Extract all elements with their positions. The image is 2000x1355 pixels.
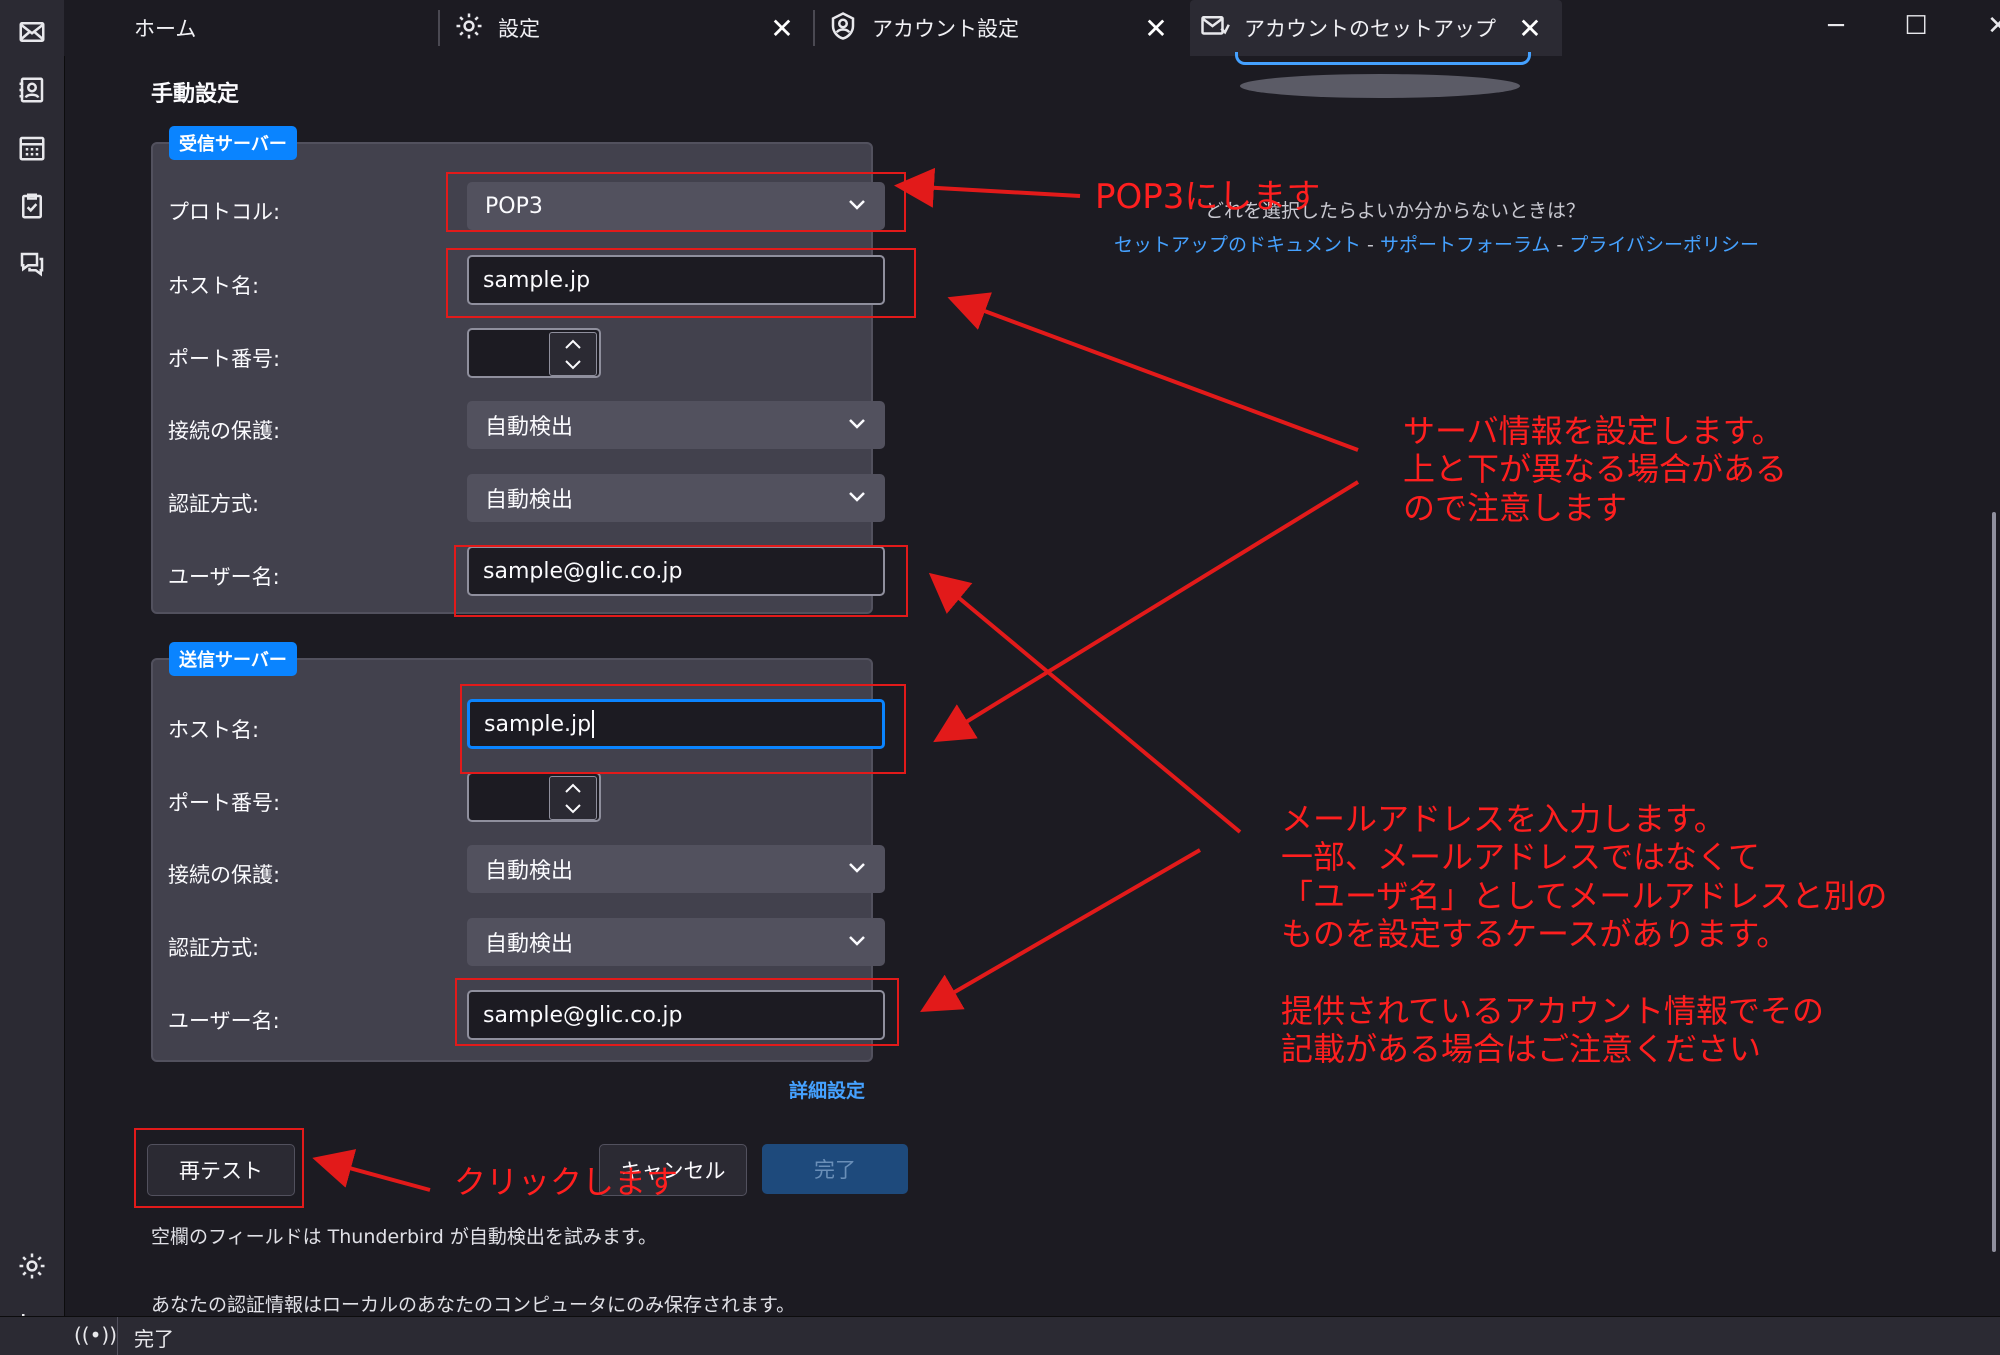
address-book-icon[interactable] bbox=[12, 70, 52, 110]
outgoing-username-value: sample@glic.co.jp bbox=[483, 1002, 683, 1028]
outgoing-username-input[interactable]: sample@glic.co.jp bbox=[467, 990, 885, 1040]
spin-down-icon[interactable] bbox=[550, 798, 596, 819]
outgoing-security-label: 接続の保護: bbox=[168, 863, 281, 887]
incoming-auth-label: 認証方式: bbox=[168, 492, 260, 516]
protocol-select[interactable]: POP3 bbox=[467, 182, 885, 230]
outgoing-server-legend: 送信サーバー bbox=[169, 642, 297, 676]
tab-label: 設定 bbox=[498, 17, 540, 41]
tab-close-icon[interactable]: ✕ bbox=[1140, 12, 1172, 45]
autodetect-note: 空欄のフィールドは Thunderbird が自動検出を試みます。 bbox=[151, 1226, 657, 1248]
tab-separator bbox=[813, 10, 815, 46]
spaces-toolbar bbox=[0, 0, 65, 1354]
tab-label: アカウント設定 bbox=[872, 17, 1019, 41]
tab-close-icon[interactable]: ✕ bbox=[1514, 12, 1546, 45]
incoming-security-select[interactable]: 自動検出 bbox=[467, 401, 885, 449]
advanced-config-link[interactable]: 詳細設定 bbox=[789, 1076, 865, 1103]
tasks-icon[interactable] bbox=[12, 186, 52, 226]
annotation-pop3: POP3にします bbox=[1095, 177, 1321, 217]
tab-label: ホーム bbox=[134, 17, 197, 41]
chevron-down-icon bbox=[845, 192, 869, 216]
status-divider bbox=[117, 1317, 118, 1355]
spin-down-icon[interactable] bbox=[550, 354, 596, 375]
outgoing-auth-value: 自動検出 bbox=[485, 932, 574, 957]
status-bar: ((•)) 完了 bbox=[0, 1316, 2000, 1355]
outgoing-hostname-value: sample.jp bbox=[484, 711, 592, 737]
outgoing-username-label: ユーザー名: bbox=[168, 1009, 280, 1033]
outgoing-hostname-input[interactable]: sample.jp bbox=[467, 699, 885, 749]
credentials-note: あなたの認証情報はローカルのあなたのコンピュータにのみ保存されます。 bbox=[151, 1294, 796, 1316]
spin-up-icon[interactable] bbox=[550, 777, 596, 798]
broadcast-icon[interactable]: ((•)) bbox=[74, 1323, 117, 1347]
mail-setup-icon bbox=[1200, 11, 1230, 46]
setup-illustration-shadow bbox=[1240, 74, 1520, 98]
mail-icon[interactable] bbox=[12, 12, 52, 52]
annotation-mail: メールアドレスを入力します。 一部、メールアドレスではなくて 「ユーザ名」として… bbox=[1281, 800, 1888, 1069]
setup-docs-link[interactable]: セットアップのドキュメント bbox=[1114, 234, 1361, 256]
calendar-icon[interactable] bbox=[12, 128, 52, 168]
incoming-security-label: 接続の保護: bbox=[168, 419, 281, 443]
account-setup-page: 手動設定 受信サーバー プロトコル: POP3 ホスト名: sample.jp … bbox=[65, 52, 2000, 1316]
outgoing-port-input[interactable] bbox=[467, 772, 601, 822]
tab-close-icon[interactable]: ✕ bbox=[766, 12, 798, 45]
protocol-value: POP3 bbox=[485, 193, 543, 219]
incoming-security-value: 自動検出 bbox=[485, 415, 574, 440]
tab-separator bbox=[438, 10, 440, 46]
tab-account-settings[interactable]: アカウント設定 bbox=[828, 0, 1019, 56]
section-title: 手動設定 bbox=[151, 82, 240, 107]
status-text: 完了 bbox=[134, 1327, 174, 1351]
scrollbar[interactable] bbox=[1992, 512, 1996, 1252]
incoming-auth-value: 自動検出 bbox=[485, 488, 574, 513]
tab-bar: ホーム 設定 ✕ アカウント設定 ✕ アカウントのセットアップ ✕ ─ ☐ ✕ bbox=[64, 0, 2000, 56]
outgoing-hostname-label: ホスト名: bbox=[168, 718, 260, 742]
settings-gear-icon[interactable] bbox=[12, 1246, 52, 1286]
outgoing-port-label: ポート番号: bbox=[168, 791, 281, 815]
incoming-auth-select[interactable]: 自動検出 bbox=[467, 474, 885, 522]
link-separator: - bbox=[1550, 234, 1570, 256]
help-links: セットアップのドキュメント - サポートフォーラム - プライバシーポリシー bbox=[1114, 230, 1759, 257]
chevron-down-icon bbox=[845, 928, 869, 952]
tab-settings[interactable]: 設定 bbox=[454, 0, 540, 56]
minimize-button[interactable]: ─ bbox=[1796, 0, 1876, 52]
incoming-hostname-value: sample.jp bbox=[483, 267, 591, 293]
chevron-down-icon bbox=[845, 411, 869, 435]
maximize-button[interactable]: ☐ bbox=[1876, 0, 1956, 52]
spin-up-icon[interactable] bbox=[550, 333, 596, 354]
incoming-hostname-input[interactable]: sample.jp bbox=[467, 255, 885, 305]
link-separator: - bbox=[1361, 234, 1380, 256]
incoming-server-legend: 受信サーバー bbox=[169, 126, 297, 160]
support-forum-link[interactable]: サポートフォーラム bbox=[1380, 234, 1550, 256]
done-button[interactable]: 完了 bbox=[762, 1144, 908, 1194]
text-caret bbox=[592, 710, 595, 738]
gear-icon bbox=[454, 11, 484, 46]
port-spinner[interactable] bbox=[549, 776, 597, 820]
annotation-server: サーバ情報を設定します。 上と下が異なる場合がある ので注意します bbox=[1403, 412, 1788, 527]
outgoing-auth-select[interactable]: 自動検出 bbox=[467, 918, 885, 966]
chevron-down-icon bbox=[845, 855, 869, 879]
outgoing-auth-label: 認証方式: bbox=[168, 936, 260, 960]
incoming-port-input[interactable] bbox=[467, 328, 601, 378]
tab-home[interactable]: ホーム bbox=[120, 0, 196, 56]
incoming-username-input[interactable]: sample@glic.co.jp bbox=[467, 546, 885, 596]
incoming-port-label: ポート番号: bbox=[168, 347, 281, 371]
retest-button[interactable]: 再テスト bbox=[147, 1144, 295, 1196]
privacy-policy-link[interactable]: プライバシーポリシー bbox=[1569, 234, 1759, 256]
annotation-click: クリックします bbox=[454, 1163, 679, 1201]
protocol-label: プロトコル: bbox=[168, 200, 281, 224]
setup-illustration bbox=[1235, 52, 1531, 65]
close-window-button[interactable]: ✕ bbox=[1958, 0, 2000, 52]
outgoing-security-select[interactable]: 自動検出 bbox=[467, 845, 885, 893]
chevron-down-icon bbox=[845, 484, 869, 508]
incoming-username-value: sample@glic.co.jp bbox=[483, 558, 683, 584]
tab-account-setup[interactable]: アカウントのセットアップ bbox=[1190, 0, 1562, 56]
outgoing-security-value: 自動検出 bbox=[485, 859, 574, 884]
chat-icon[interactable] bbox=[12, 244, 52, 284]
port-spinner[interactable] bbox=[549, 332, 597, 376]
incoming-hostname-label: ホスト名: bbox=[168, 274, 260, 298]
tab-label: アカウントのセットアップ bbox=[1244, 17, 1496, 41]
account-icon bbox=[828, 11, 858, 46]
incoming-username-label: ユーザー名: bbox=[168, 565, 280, 589]
